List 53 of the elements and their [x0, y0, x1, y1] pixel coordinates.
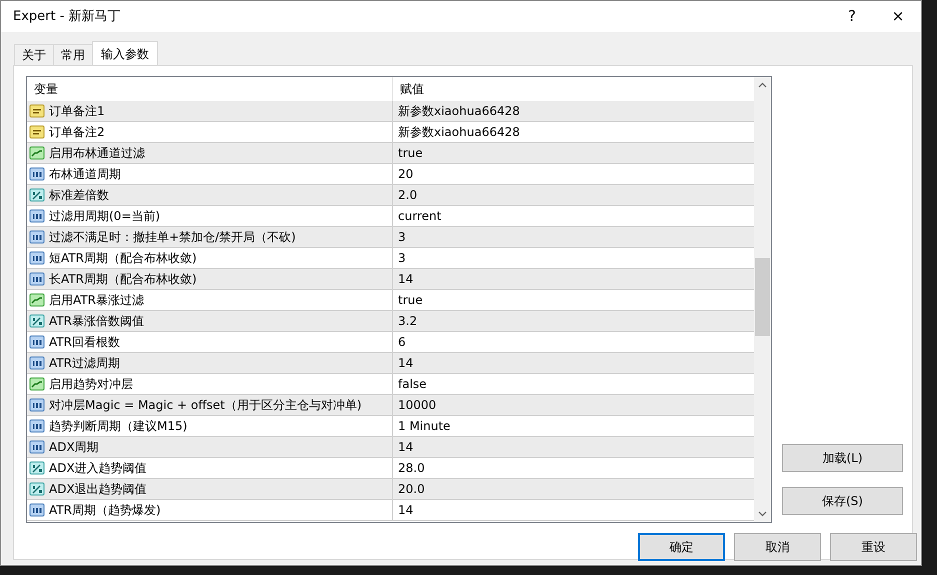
dialog-button[interactable]: 取消 — [734, 533, 821, 561]
load-button[interactable]: 加载(L) — [782, 444, 903, 472]
value-cell[interactable]: 3.2 — [393, 312, 418, 330]
variable-name: 启用布林通道过滤 — [49, 145, 145, 162]
help-button[interactable]: ? — [829, 1, 875, 32]
variable-name: 长ATR周期（配合布林收敛) — [49, 271, 197, 288]
variable-name: 启用趋势对冲层 — [49, 376, 133, 393]
variable-name: 订单备注2 — [49, 124, 105, 141]
value-cell[interactable]: 14 — [393, 354, 414, 372]
variable-name: ATR过滤周期 — [49, 355, 120, 372]
value-cell[interactable]: false — [393, 375, 427, 393]
window-title: Expert - 新新马丁 — [13, 8, 122, 26]
value-cell[interactable]: 28.0 — [393, 459, 425, 477]
value-cell[interactable]: 14 — [393, 270, 414, 288]
variable-name: ATR周期（趋势爆发) — [49, 502, 161, 519]
value-cell[interactable]: 3 — [393, 249, 406, 267]
value-cell[interactable]: 20 — [393, 165, 414, 183]
value-cell[interactable]: 新参数xiaohua66428 — [393, 123, 520, 141]
value-cell[interactable]: 新参数xiaohua66428 — [393, 102, 520, 120]
value-cell[interactable]: true — [393, 291, 423, 309]
value-cell[interactable]: 20.0 — [393, 480, 425, 498]
variable-name: 对冲层Magic = Magic + offset（用于区分主仓与对冲单) — [49, 397, 362, 414]
variable-name: ADX周期 — [49, 439, 99, 456]
variable-name: 过滤不满足时：撤挂单+禁加仓/禁开局（不砍) — [49, 229, 296, 246]
variable-name: ATR暴涨倍数阈值 — [49, 313, 144, 330]
tab[interactable]: 输入参数 — [92, 41, 158, 65]
variable-name: 过滤用周期(0=当前) — [49, 208, 160, 225]
value-cell[interactable]: 2.0 — [393, 186, 418, 204]
variable-name: 布林通道周期 — [49, 166, 121, 183]
tab[interactable]: 关于 — [14, 44, 54, 65]
column-header[interactable]: 赋值 — [393, 77, 424, 101]
save-button[interactable]: 保存(S) — [782, 487, 903, 515]
value-cell[interactable]: 3 — [393, 228, 406, 246]
variable-name: 短ATR周期（配合布林收敛) — [49, 250, 197, 267]
dialog-button[interactable]: 重设 — [830, 533, 917, 561]
scroll-thumb[interactable] — [755, 258, 770, 336]
dialog-button[interactable]: 确定 — [638, 533, 725, 561]
value-cell[interactable]: 14 — [393, 501, 414, 519]
value-cell[interactable]: current — [393, 207, 442, 225]
scrollbar[interactable] — [754, 77, 771, 522]
value-cell[interactable]: 10000 — [393, 396, 436, 414]
close-button[interactable]: × — [875, 1, 921, 32]
value-cell[interactable]: true — [393, 144, 423, 162]
value-cell[interactable]: 1 Minute — [393, 417, 450, 435]
variable-name: ADX进入趋势阈值 — [49, 460, 147, 477]
variable-name: ADX退出趋势阈值 — [49, 481, 147, 498]
variable-name: 启用ATR暴涨过滤 — [49, 292, 144, 309]
variable-name: 趋势判断周期（建议M15) — [49, 418, 188, 435]
variable-name: 订单备注1 — [49, 103, 105, 120]
variable-name: 标准差倍数 — [49, 187, 109, 204]
variable-name: ATR回看根数 — [49, 334, 120, 351]
value-cell[interactable]: 6 — [393, 333, 406, 351]
value-cell[interactable]: 14 — [393, 438, 414, 456]
